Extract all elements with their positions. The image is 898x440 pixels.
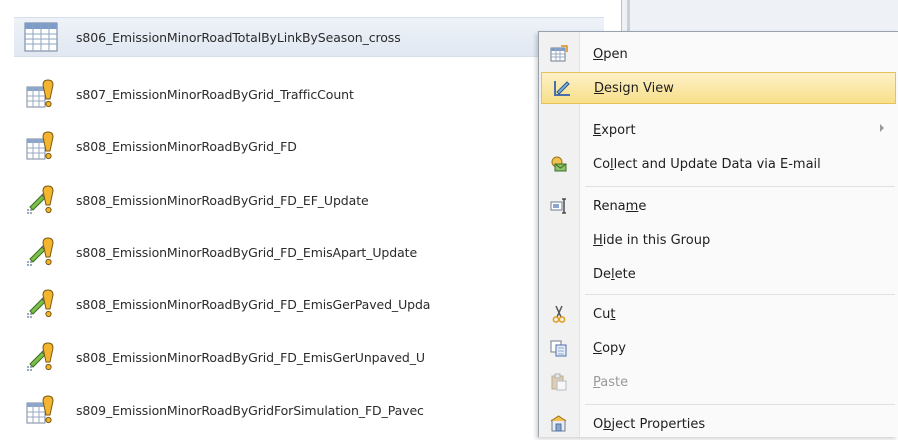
menu-item-paste[interactable]: Paste (539, 366, 898, 398)
open-icon (539, 38, 579, 70)
make-table-query-icon (18, 392, 64, 428)
object-row-s808-emisgerpaved[interactable]: s808_EmissionMinorRoadByGrid_FD_EmisGerP… (14, 284, 604, 324)
collect-data-icon (539, 148, 579, 180)
menu-item-label: Hide in this Group (593, 232, 711, 248)
menu-item-label: Copy (593, 340, 626, 356)
menu-item-hide-in-group[interactable]: Hide in this Group (539, 224, 898, 256)
menu-item-design-view[interactable]: Design View (541, 72, 896, 104)
object-row-s808-emisgerunpaved[interactable]: s808_EmissionMinorRoadByGrid_FD_EmisGerU… (14, 337, 604, 377)
object-row-s808-ef-update[interactable]: s808_EmissionMinorRoadByGrid_FD_EF_Updat… (14, 180, 604, 220)
menu-item-delete[interactable]: Delete (539, 258, 898, 290)
menu-separator (585, 404, 895, 405)
context-menu: Open Design View Export Collect and Upda… (538, 31, 898, 437)
object-label: s808_EmissionMinorRoadByGrid_FD_EmisGerU… (76, 349, 425, 365)
menu-item-label: Collect and Update Data via E-mail (593, 156, 821, 172)
object-row-s807[interactable]: s807_EmissionMinorRoadByGrid_TrafficCoun… (14, 74, 604, 114)
menu-item-rename[interactable]: Rename (539, 190, 898, 222)
menu-item-object-properties[interactable]: Object Properties (539, 408, 898, 440)
object-label: s808_EmissionMinorRoadByGrid_FD_EmisGerP… (76, 296, 431, 312)
paste-icon (539, 366, 579, 398)
object-label: s807_EmissionMinorRoadByGrid_TrafficCoun… (76, 86, 354, 102)
update-query-icon (18, 234, 64, 270)
update-query-icon (18, 182, 64, 218)
update-query-icon (18, 339, 64, 375)
make-table-query-icon (18, 128, 64, 164)
menu-item-label: Delete (593, 266, 636, 282)
rename-icon (539, 190, 579, 222)
object-label: s806_EmissionMinorRoadTotalByLinkBySeaso… (76, 29, 401, 45)
menu-separator (585, 294, 895, 295)
object-label: s808_EmissionMinorRoadByGrid_FD_EmisApar… (76, 244, 418, 260)
object-row-s806[interactable]: s806_EmissionMinorRoadTotalByLinkBySeaso… (14, 17, 604, 57)
object-label: s809_EmissionMinorRoadByGridForSimulatio… (76, 402, 424, 418)
table-query-icon (18, 19, 64, 55)
menu-item-export[interactable]: Export (539, 114, 898, 146)
menu-item-label: Paste (593, 374, 629, 390)
menu-item-collect-update[interactable]: Collect and Update Data via E-mail (539, 148, 898, 180)
design-view-icon (542, 72, 582, 104)
object-label: s808_EmissionMinorRoadByGrid_FD (76, 138, 297, 154)
submenu-arrow-icon (880, 124, 884, 132)
copy-icon (539, 332, 579, 364)
update-query-icon (18, 286, 64, 322)
menu-item-label: Cut (593, 306, 616, 322)
object-row-s808-emisapart[interactable]: s808_EmissionMinorRoadByGrid_FD_EmisApar… (14, 232, 604, 272)
menu-item-label: Design View (594, 80, 674, 96)
make-table-query-icon (18, 76, 64, 112)
menu-item-cut[interactable]: Cut (539, 298, 898, 330)
menu-item-label: Open (593, 46, 628, 62)
menu-item-label: Export (593, 122, 636, 138)
object-label: s808_EmissionMinorRoadByGrid_FD_EF_Updat… (76, 192, 369, 208)
object-row-s809[interactable]: s809_EmissionMinorRoadByGridForSimulatio… (14, 390, 604, 430)
object-row-s808[interactable]: s808_EmissionMinorRoadByGrid_FD (14, 126, 604, 166)
scissors-icon (539, 298, 579, 330)
menu-item-open[interactable]: Open (539, 38, 898, 70)
menu-item-label: Object Properties (593, 416, 706, 432)
menu-item-label: Rename (593, 198, 647, 214)
menu-separator (585, 186, 895, 187)
properties-icon (539, 408, 579, 440)
menu-item-copy[interactable]: Copy (539, 332, 898, 364)
